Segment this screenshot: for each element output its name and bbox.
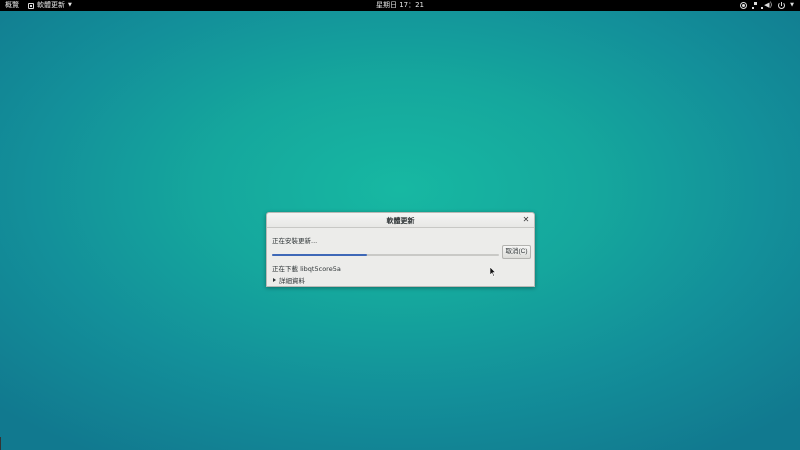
- power-icon: [778, 2, 786, 9]
- progress-fill: [272, 254, 368, 256]
- chevron-down-icon: ▼: [790, 2, 794, 8]
- volume-icon: ◀): [764, 1, 773, 9]
- system-status-area[interactable]: ◀) ▼: [740, 0, 794, 11]
- screen-edge-mark: [0, 437, 1, 450]
- details-label: 詳細資料: [279, 277, 305, 285]
- install-status-text: 正在安裝更新...: [272, 237, 318, 245]
- top-bar: 概覽 軟體更新 ▼ 星期日 17：21 ◀) ▼: [0, 0, 800, 11]
- clock[interactable]: 星期日 17：21: [0, 0, 800, 11]
- dialog-titlebar[interactable]: 軟體更新 ✕: [267, 213, 534, 228]
- dialog-title: 軟體更新: [386, 217, 415, 225]
- close-button[interactable]: ✕: [521, 215, 531, 225]
- screen-record-icon: [740, 2, 748, 9]
- details-expander[interactable]: 詳細資料: [273, 275, 305, 285]
- cancel-button[interactable]: 取消(C): [502, 245, 531, 259]
- network-icon: [752, 2, 764, 9]
- expander-arrow-icon: [273, 278, 276, 282]
- progress-bar: [272, 254, 499, 256]
- mouse-pointer-icon: [490, 267, 496, 277]
- download-status-text: 正在下載 libqt5core5a: [272, 265, 341, 273]
